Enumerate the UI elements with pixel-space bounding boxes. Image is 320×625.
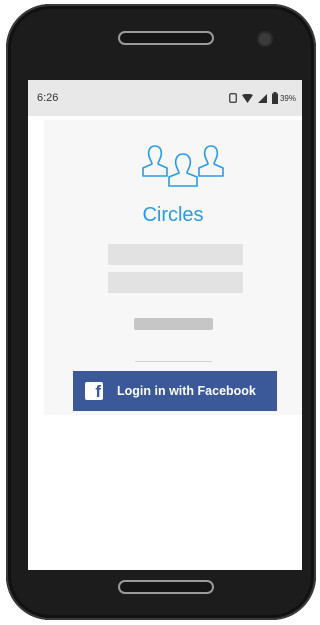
- facebook-icon: f: [85, 382, 103, 401]
- wifi-icon: [241, 93, 253, 103]
- front-camera: [257, 31, 273, 47]
- signal-icon: [257, 93, 267, 103]
- facebook-login-button[interactable]: f Login in with Facebook: [73, 371, 277, 411]
- earpiece-speaker: [118, 31, 214, 45]
- sim-icon: [229, 93, 237, 103]
- divider: [135, 361, 212, 362]
- username-field[interactable]: [108, 244, 243, 265]
- facebook-login-label: Login in with Facebook: [117, 384, 256, 398]
- status-bar: 6:26 39%: [28, 80, 302, 116]
- people-group-icon: [142, 145, 224, 187]
- password-field[interactable]: [108, 272, 243, 293]
- battery-icon: [271, 92, 278, 104]
- bottom-speaker: [118, 580, 214, 594]
- device-screen: 6:26 39% Circles f Login in with Faceboo…: [28, 80, 302, 570]
- login-button[interactable]: [134, 318, 213, 330]
- app-title: Circles: [142, 204, 204, 226]
- facebook-icon-glyph: f: [95, 382, 101, 401]
- phone-frame: 6:26 39% Circles f Login in with Faceboo…: [6, 4, 316, 620]
- status-time: 6:26: [37, 92, 59, 104]
- battery-percent: 39%: [279, 93, 296, 103]
- status-icons: 39%: [229, 91, 296, 105]
